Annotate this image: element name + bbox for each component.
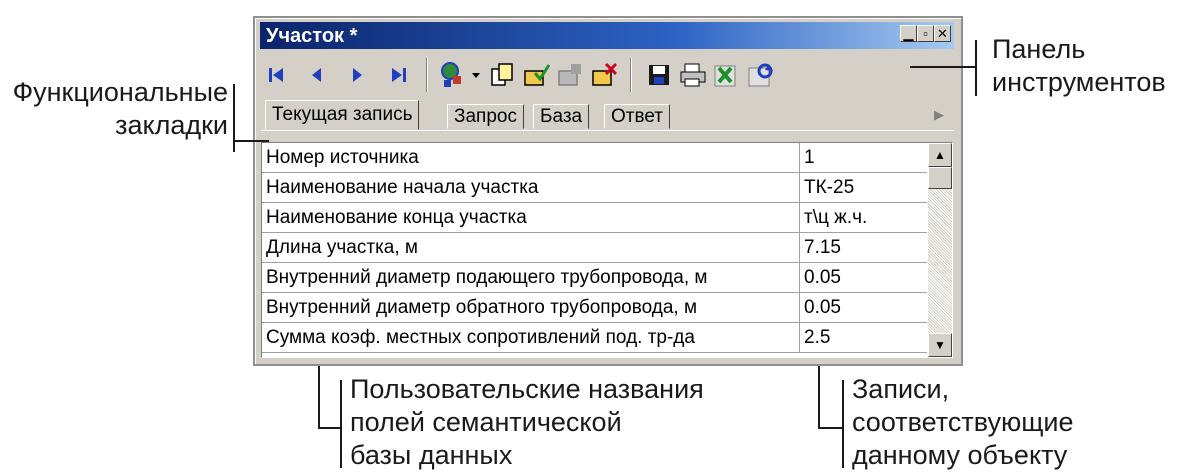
annotation-leader	[818, 427, 842, 429]
last-record-icon[interactable]	[384, 60, 414, 90]
annotation-leader	[910, 66, 976, 68]
attribute-window: Участок * ▁ ▫ ✕ Текущая запись Запрос Ба…	[253, 16, 963, 366]
annotation-toolbar: Панель инструментов	[992, 34, 1166, 97]
prev-record-icon[interactable]	[302, 60, 332, 90]
annotation-field-names: Пользовательские названия полей семантич…	[350, 374, 704, 470]
field-name: Наименование начала участка	[262, 173, 800, 202]
field-name: Наименование конца участка	[262, 203, 800, 232]
tab-answer[interactable]: Ответ	[604, 104, 670, 129]
attribute-table: Номер источника 1 Наименование начала уч…	[261, 142, 953, 358]
table-row[interactable]: Наименование начала участка ТК-25	[262, 173, 927, 203]
next-record-icon[interactable]	[342, 60, 372, 90]
scroll-up-icon[interactable]: ▲	[928, 143, 952, 167]
maximize-icon[interactable]: ▫	[917, 25, 934, 42]
delete-record-icon[interactable]	[590, 60, 620, 90]
field-value[interactable]: ТК-25	[804, 173, 927, 202]
field-value[interactable]: 0.05	[804, 263, 927, 292]
dropdown-arrow-icon[interactable]	[468, 60, 484, 90]
field-name: Длина участка, м	[262, 233, 800, 262]
print-icon[interactable]	[678, 60, 708, 90]
annotation-functional-tabs: Функциональные закладки	[12, 77, 228, 140]
tab-database[interactable]: База	[533, 104, 590, 129]
table-row[interactable]: Номер источника 1	[262, 143, 927, 173]
field-name: Внутренний диаметр подающего трубопровод…	[262, 263, 800, 292]
minimize-icon[interactable]: ▁	[900, 25, 917, 42]
title-bar[interactable]: Участок * ▁ ▫ ✕	[260, 22, 954, 49]
table-row[interactable]: Внутренний диаметр обратного трубопровод…	[262, 293, 927, 323]
annotation-bracket	[340, 380, 342, 468]
vertical-scrollbar[interactable]: ▲ ▼	[928, 143, 952, 357]
annotation-records: Записи, соответствующие данному объекту	[852, 374, 1074, 470]
field-value[interactable]: 1	[804, 143, 927, 172]
annotation-leader	[233, 140, 269, 142]
annotation-leader	[318, 427, 340, 429]
toolbar	[260, 54, 954, 96]
annotation-bracket	[842, 380, 844, 468]
field-name: Внутренний диаметр обратного трубопровод…	[262, 293, 800, 322]
scroll-down-icon[interactable]: ▼	[928, 333, 952, 357]
toolbar-separator	[426, 58, 428, 92]
table-row[interactable]: Внутренний диаметр подающего трубопровод…	[262, 263, 927, 293]
first-record-icon[interactable]	[262, 60, 292, 90]
field-value[interactable]: 2.5	[804, 323, 927, 352]
table-row[interactable]: Длина участка, м 7.15	[262, 233, 927, 263]
field-name: Сумма коэф. местных сопротивлений под. т…	[262, 323, 800, 352]
refresh-icon[interactable]	[746, 60, 776, 90]
field-name: Номер источника	[262, 143, 800, 172]
close-icon[interactable]: ✕	[934, 25, 951, 42]
window-title: Участок *	[266, 25, 358, 47]
toolbar-separator	[630, 58, 632, 92]
field-value[interactable]: 0.05	[804, 293, 927, 322]
tab-query[interactable]: Запрос	[447, 104, 524, 129]
annotation-leader	[318, 366, 320, 428]
annotation-leader	[818, 366, 820, 428]
object-binding-icon[interactable]	[438, 60, 468, 90]
edit-record-icon[interactable]	[522, 60, 552, 90]
copy-record-icon[interactable]	[488, 60, 518, 90]
table-row[interactable]: Наименование конца участка т\ц ж.ч.	[262, 203, 927, 233]
export-excel-icon[interactable]	[712, 60, 742, 90]
tab-scroll-right-icon[interactable]: ▶	[928, 104, 950, 126]
annotation-bracket	[975, 40, 977, 96]
field-value[interactable]: 7.15	[804, 233, 927, 262]
table-row[interactable]: Сумма коэф. местных сопротивлений под. т…	[262, 323, 927, 353]
new-record-icon[interactable]	[556, 60, 586, 90]
tab-bar: Текущая запись Запрос База Ответ ▶	[261, 100, 954, 131]
save-icon[interactable]	[644, 60, 674, 90]
scroll-thumb[interactable]	[928, 167, 952, 189]
field-value[interactable]: т\ц ж.ч.	[804, 203, 927, 232]
tab-current-record[interactable]: Текущая запись	[265, 100, 420, 130]
